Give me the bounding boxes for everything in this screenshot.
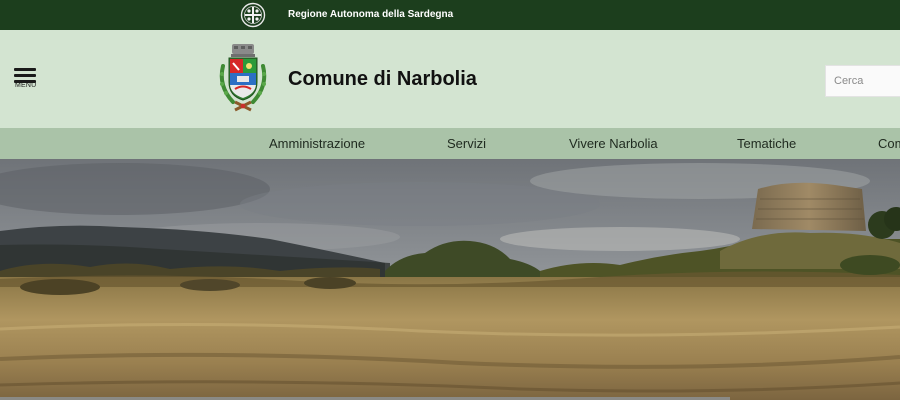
region-name-link[interactable]: Regione Autonoma della Sardegna [288,9,453,20]
main-nav: Amministrazione Servizi Vivere Narbolia … [0,128,900,159]
hamburger-icon [14,68,38,83]
hero-image [0,159,900,400]
nav-item-vivere-narbolia[interactable]: Vivere Narbolia [569,136,658,151]
nav-item-comunicazione[interactable]: Com [878,136,900,151]
nav-item-tematiche[interactable]: Tematiche [737,136,796,151]
nav-item-servizi[interactable]: Servizi [447,136,486,151]
sardinia-emblem-icon[interactable] [240,2,266,28]
top-bar: Regione Autonoma della Sardegna [0,0,900,30]
search-input[interactable] [832,66,900,96]
landscape-nuraghe-photo [0,159,900,400]
municipal-crest-icon[interactable] [215,44,271,116]
nav-item-amministrazione[interactable]: Amministrazione [269,136,365,151]
site-header: MENU Comune di Narbolia [0,30,900,128]
menu-button[interactable]: MENU [14,68,38,94]
search-box[interactable] [825,65,900,97]
menu-label: MENU [15,82,37,89]
site-title[interactable]: Comune di Narbolia [288,68,477,91]
